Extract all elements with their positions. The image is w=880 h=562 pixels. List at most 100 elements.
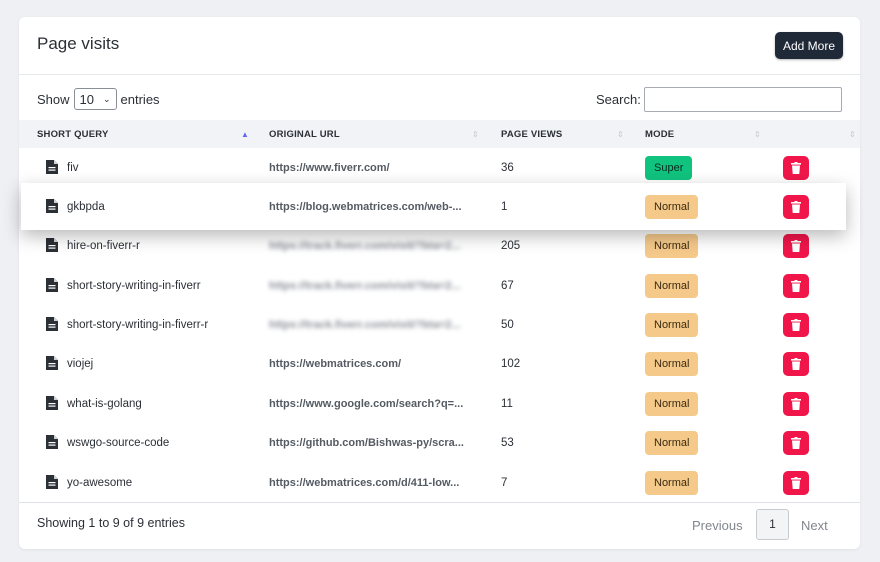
original-url-cell[interactable]: https://track.fiverr.com/visit/?bta=2... — [269, 226, 461, 265]
mode-badge: Normal — [645, 352, 699, 376]
search-input[interactable] — [643, 87, 842, 112]
original-url-cell[interactable]: https://track.fiverr.com/visit/?bta=2... — [269, 305, 461, 344]
page-views-cell: 53 — [501, 436, 514, 449]
mode-badge: Super — [645, 156, 693, 180]
column-header-short-query[interactable]: SHORT QUERY — [37, 120, 109, 149]
document-icon — [46, 356, 58, 370]
trash-icon — [791, 477, 801, 489]
short-query-cell: fiv — [67, 161, 79, 174]
original-url-cell[interactable]: https://webmatrices.com/d/411-low... — [269, 463, 459, 502]
document-icon — [46, 160, 58, 174]
trash-icon — [791, 358, 801, 370]
short-query-cell: short-story-writing-in-fiverr — [67, 279, 201, 292]
table-row[interactable]: fiv https://www.fiverr.com/36 Super — [19, 148, 860, 187]
mode-badge: Normal — [645, 431, 699, 455]
short-query-cell: wswgo-source-code — [67, 436, 170, 449]
delete-button[interactable] — [783, 352, 809, 376]
search-label: Search: — [596, 92, 641, 107]
sort-arrows-icon[interactable]: ⇕ — [617, 120, 624, 149]
mode-badge: Normal — [645, 274, 699, 298]
page-views-cell: 11 — [501, 397, 513, 410]
document-icon — [46, 278, 58, 292]
trash-icon — [791, 240, 801, 252]
page-views-cell: 50 — [501, 318, 514, 331]
table-row[interactable]: short-story-writing-in-fiverr-r https://t… — [19, 305, 860, 344]
mode-badge: Normal — [645, 313, 699, 337]
trash-icon — [791, 162, 801, 174]
document-icon — [46, 475, 58, 489]
page-visits-card: Page visits Add More Show 10 ⌄ entries S… — [19, 17, 860, 549]
table-row[interactable]: hire-on-fiverr-r https://track.fiverr.com… — [19, 226, 860, 265]
mode-badge: Normal — [645, 195, 699, 219]
add-more-button[interactable]: Add More — [775, 32, 843, 59]
table-header: SHORT QUERY ▲ ORIGINAL URL ⇕ PAGE VIEWS … — [19, 120, 860, 149]
original-url-cell[interactable]: https://www.fiverr.com/ — [269, 148, 390, 187]
table-footer: Showing 1 to 9 of 9 entries Previous 1 N… — [19, 502, 860, 550]
table-row[interactable]: viojej https://webmatrices.com/102 Normal — [19, 344, 860, 383]
delete-button[interactable] — [783, 471, 809, 495]
column-header-original-url[interactable]: ORIGINAL URL — [269, 120, 340, 149]
page-views-cell: 205 — [501, 239, 521, 252]
mode-badge: Normal — [645, 471, 699, 495]
column-header-mode[interactable]: MODE — [645, 120, 674, 149]
document-icon — [46, 317, 58, 331]
short-query-cell: short-story-writing-in-fiverr-r — [67, 318, 209, 331]
previous-page-button[interactable]: Previous — [692, 511, 743, 541]
delete-button[interactable] — [783, 195, 809, 219]
entries-label: entries — [120, 91, 160, 107]
entries-select[interactable]: 10 ⌄ — [73, 88, 117, 110]
page-views-cell: 7 — [501, 476, 508, 489]
short-query-cell: yo-awesome — [67, 476, 133, 489]
delete-button[interactable] — [783, 313, 809, 337]
trash-icon — [791, 398, 801, 410]
table-row[interactable]: what-is-golang https://www.google.com/sea… — [19, 384, 860, 423]
sort-asc-icon[interactable]: ▲ — [241, 120, 249, 149]
delete-button[interactable] — [783, 156, 809, 180]
table-info: Showing 1 to 9 of 9 entries — [37, 516, 186, 530]
chevron-down-icon: ⌄ — [102, 93, 111, 104]
table-row[interactable]: gkbpda https://blog.webmatrices.com/web-.… — [21, 183, 846, 230]
trash-icon — [791, 280, 801, 292]
entries-length-control: Show 10 ⌄ entries — [37, 88, 160, 110]
search-control: Search: — [596, 87, 842, 112]
original-url-cell[interactable]: https://www.google.com/search?q=... — [269, 384, 463, 423]
trash-icon — [791, 319, 801, 331]
document-icon — [46, 238, 58, 252]
original-url-cell[interactable]: https://blog.webmatrices.com/web-... — [269, 183, 462, 230]
page-views-cell: 102 — [501, 357, 521, 370]
next-page-button[interactable]: Next — [801, 511, 828, 541]
short-query-cell: what-is-golang — [67, 397, 142, 410]
entries-select-value: 10 — [79, 91, 94, 107]
sort-arrows-icon[interactable]: ⇕ — [472, 120, 479, 149]
short-query-cell: viojej — [67, 357, 94, 370]
original-url-cell[interactable]: https://track.fiverr.com/visit/?bta=2... — [269, 266, 461, 305]
document-icon — [46, 435, 58, 449]
sort-arrows-icon[interactable]: ⇕ — [754, 120, 761, 149]
mode-badge: Normal — [645, 392, 699, 416]
page-title: Page visits — [37, 34, 120, 53]
document-icon — [46, 199, 58, 213]
trash-icon — [791, 437, 801, 449]
show-label: Show — [37, 91, 70, 107]
page-views-cell: 1 — [501, 200, 508, 213]
delete-button[interactable] — [783, 274, 809, 298]
delete-button[interactable] — [783, 234, 809, 258]
mode-badge: Normal — [645, 234, 699, 258]
table-row[interactable]: short-story-writing-in-fiverr https://tra… — [19, 266, 860, 305]
short-query-cell: gkbpda — [67, 200, 105, 213]
short-query-cell: hire-on-fiverr-r — [67, 239, 140, 252]
document-icon — [46, 396, 58, 410]
page-views-cell: 36 — [501, 161, 514, 174]
original-url-cell[interactable]: https://webmatrices.com/ — [269, 344, 401, 383]
trash-icon — [791, 201, 801, 213]
card-header: Page visits Add More — [19, 17, 860, 75]
column-header-page-views[interactable]: PAGE VIEWS — [501, 120, 562, 149]
page-views-cell: 67 — [501, 279, 514, 292]
delete-button[interactable] — [783, 392, 809, 416]
table-row[interactable]: wswgo-source-code https://github.com/Bish… — [19, 423, 860, 462]
page-1-button[interactable]: 1 — [756, 509, 789, 540]
delete-button[interactable] — [783, 431, 809, 455]
original-url-cell[interactable]: https://github.com/Bishwas-py/scra... — [269, 423, 464, 462]
table-row[interactable]: yo-awesome https://webmatrices.com/d/411-… — [19, 463, 860, 502]
sort-arrows-icon[interactable]: ⇕ — [849, 120, 856, 149]
